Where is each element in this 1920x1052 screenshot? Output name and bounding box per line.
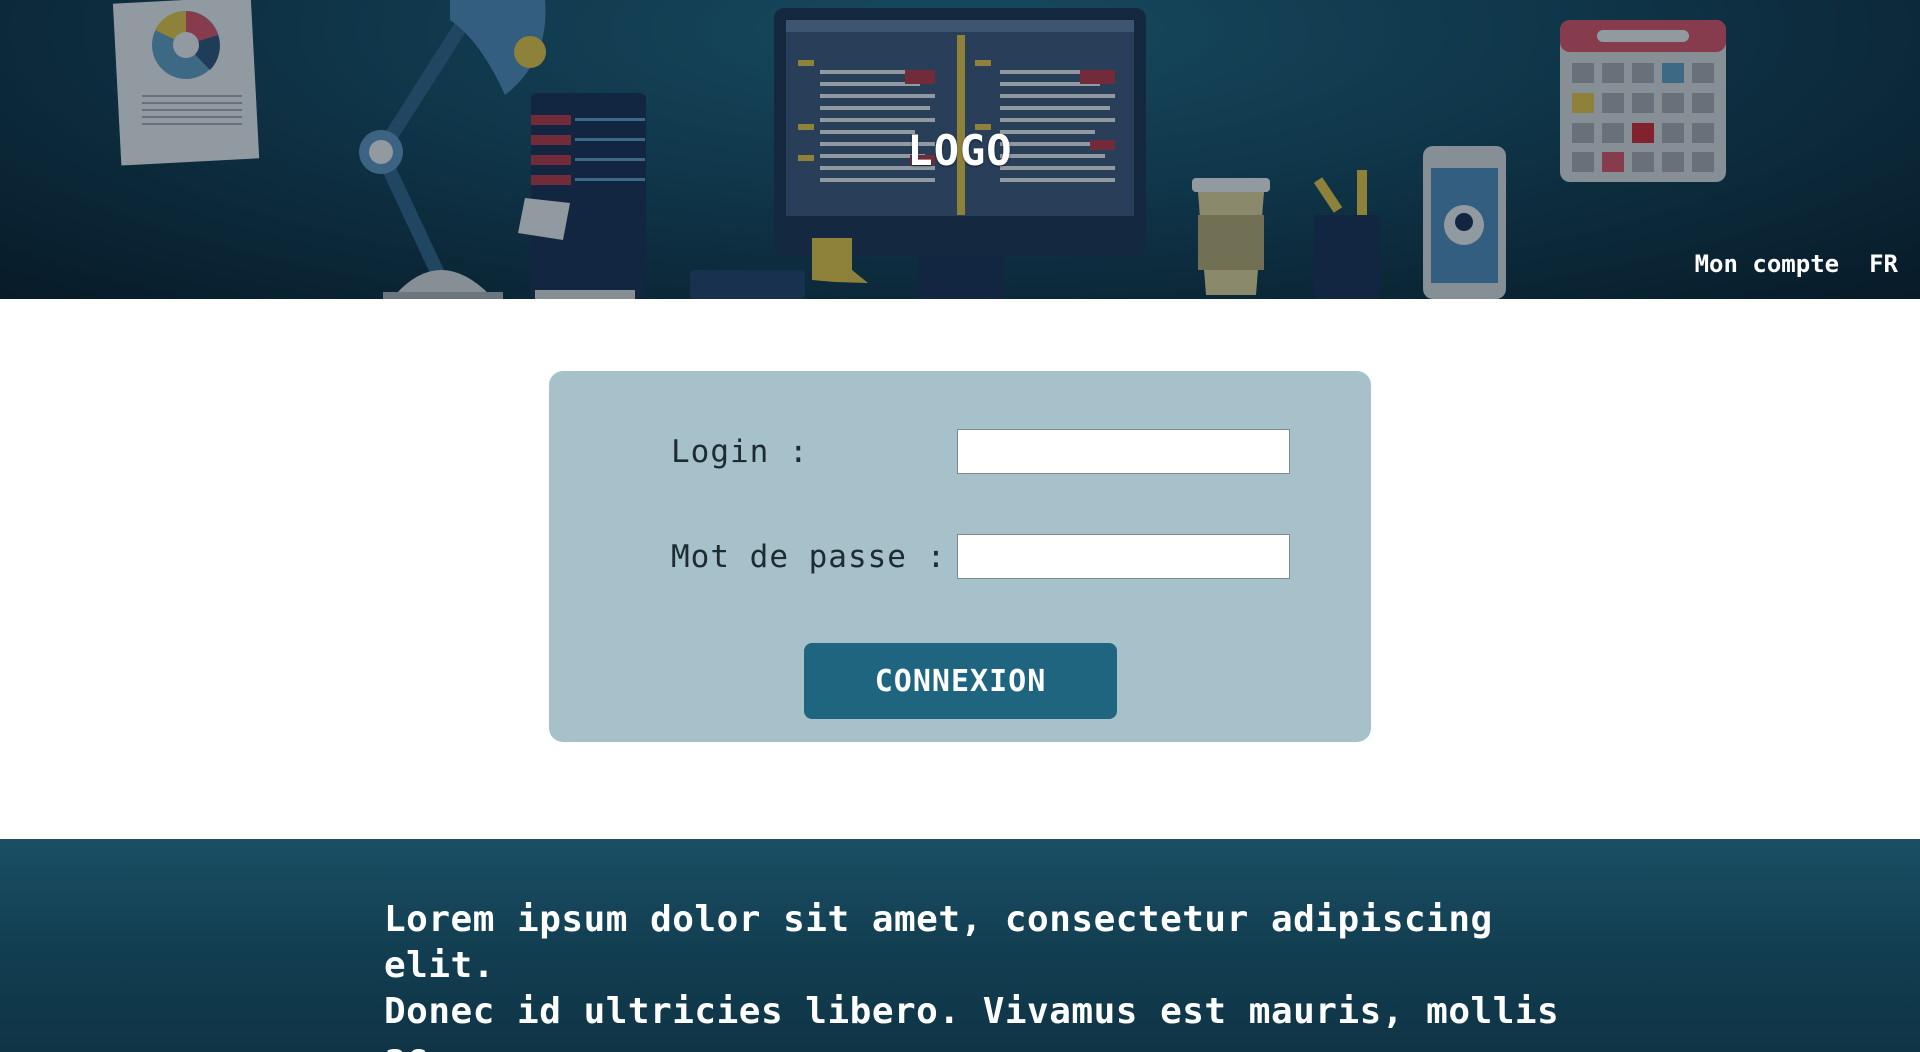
- password-input[interactable]: [957, 534, 1290, 579]
- login-label: Login :: [671, 433, 809, 470]
- language-selector[interactable]: FR: [1869, 250, 1898, 278]
- login-row: Login :: [671, 429, 1290, 474]
- password-row: Mot de passe :: [671, 534, 1290, 579]
- login-form: Login : Mot de passe : CONNEXION: [549, 371, 1371, 742]
- footer: Lorem ipsum dolor sit amet, consectetur …: [0, 839, 1920, 1052]
- top-nav: Mon compte FR: [1695, 250, 1898, 278]
- connexion-button[interactable]: CONNEXION: [804, 643, 1117, 719]
- login-input[interactable]: [957, 429, 1290, 474]
- my-account-link[interactable]: Mon compte: [1695, 250, 1840, 278]
- header-banner: LOGO Mon compte FR: [0, 0, 1920, 299]
- footer-text-line-2: Donec id ultricies libero. Vivamus est m…: [384, 991, 1560, 1052]
- password-label: Mot de passe :: [671, 538, 947, 575]
- logo[interactable]: LOGO: [0, 126, 1920, 175]
- footer-text-line-1: Lorem ipsum dolor sit amet, consectetur …: [384, 899, 1493, 986]
- footer-text: Lorem ipsum dolor sit amet, consectetur …: [384, 897, 1604, 1052]
